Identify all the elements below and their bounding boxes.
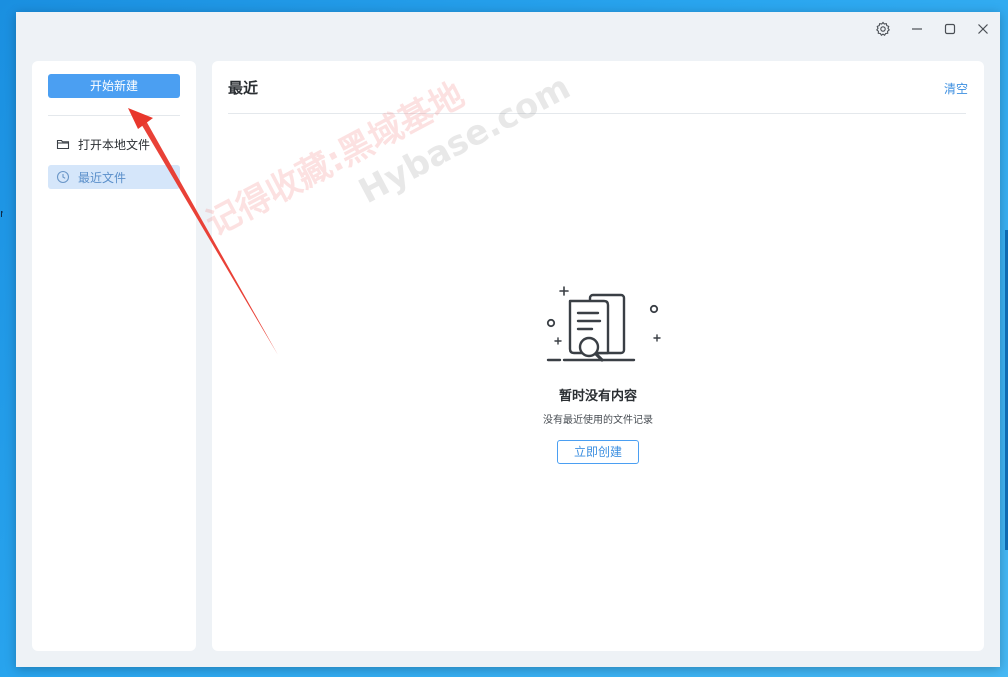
sidebar-item-label: 最近文件 bbox=[78, 170, 127, 185]
sidebar-item-label: 打开本地文件 bbox=[78, 137, 151, 152]
page-title: 最近 bbox=[228, 79, 259, 97]
empty-state-subtitle: 没有最近使用的文件记录 bbox=[543, 415, 653, 426]
sidebar-item-open-local[interactable]: 打开本地文件 bbox=[48, 132, 180, 156]
sidebar: 开始新建 打开本地文件 最近文件 bbox=[32, 61, 196, 651]
main-panel: 最近 清空 暂时没有内容 没有最近使用的文件记录 立即创建 bbox=[212, 61, 984, 651]
clock-icon bbox=[56, 170, 70, 184]
titlebar bbox=[16, 12, 1000, 46]
empty-state-title: 暂时没有内容 bbox=[558, 389, 637, 404]
document-search-icon bbox=[546, 286, 661, 362]
sidebar-item-recent[interactable]: 最近文件 bbox=[48, 165, 180, 189]
close-icon[interactable] bbox=[971, 17, 995, 41]
gear-icon[interactable] bbox=[871, 17, 895, 41]
app-window: 开始新建 打开本地文件 最近文件 最近 清空 暂时没有内容 没有最近使用的文件记… bbox=[16, 12, 1000, 667]
sidebar-divider bbox=[48, 115, 180, 116]
maximize-icon[interactable] bbox=[938, 17, 962, 41]
minimize-icon[interactable] bbox=[905, 17, 929, 41]
header-divider bbox=[228, 113, 966, 114]
start-new-button[interactable]: 开始新建 bbox=[48, 74, 180, 98]
folder-icon bbox=[56, 137, 70, 151]
create-now-button[interactable]: 立即创建 bbox=[557, 440, 639, 464]
desktop-edge-text: n bbox=[0, 206, 3, 222]
clear-link[interactable]: 清空 bbox=[944, 80, 968, 97]
